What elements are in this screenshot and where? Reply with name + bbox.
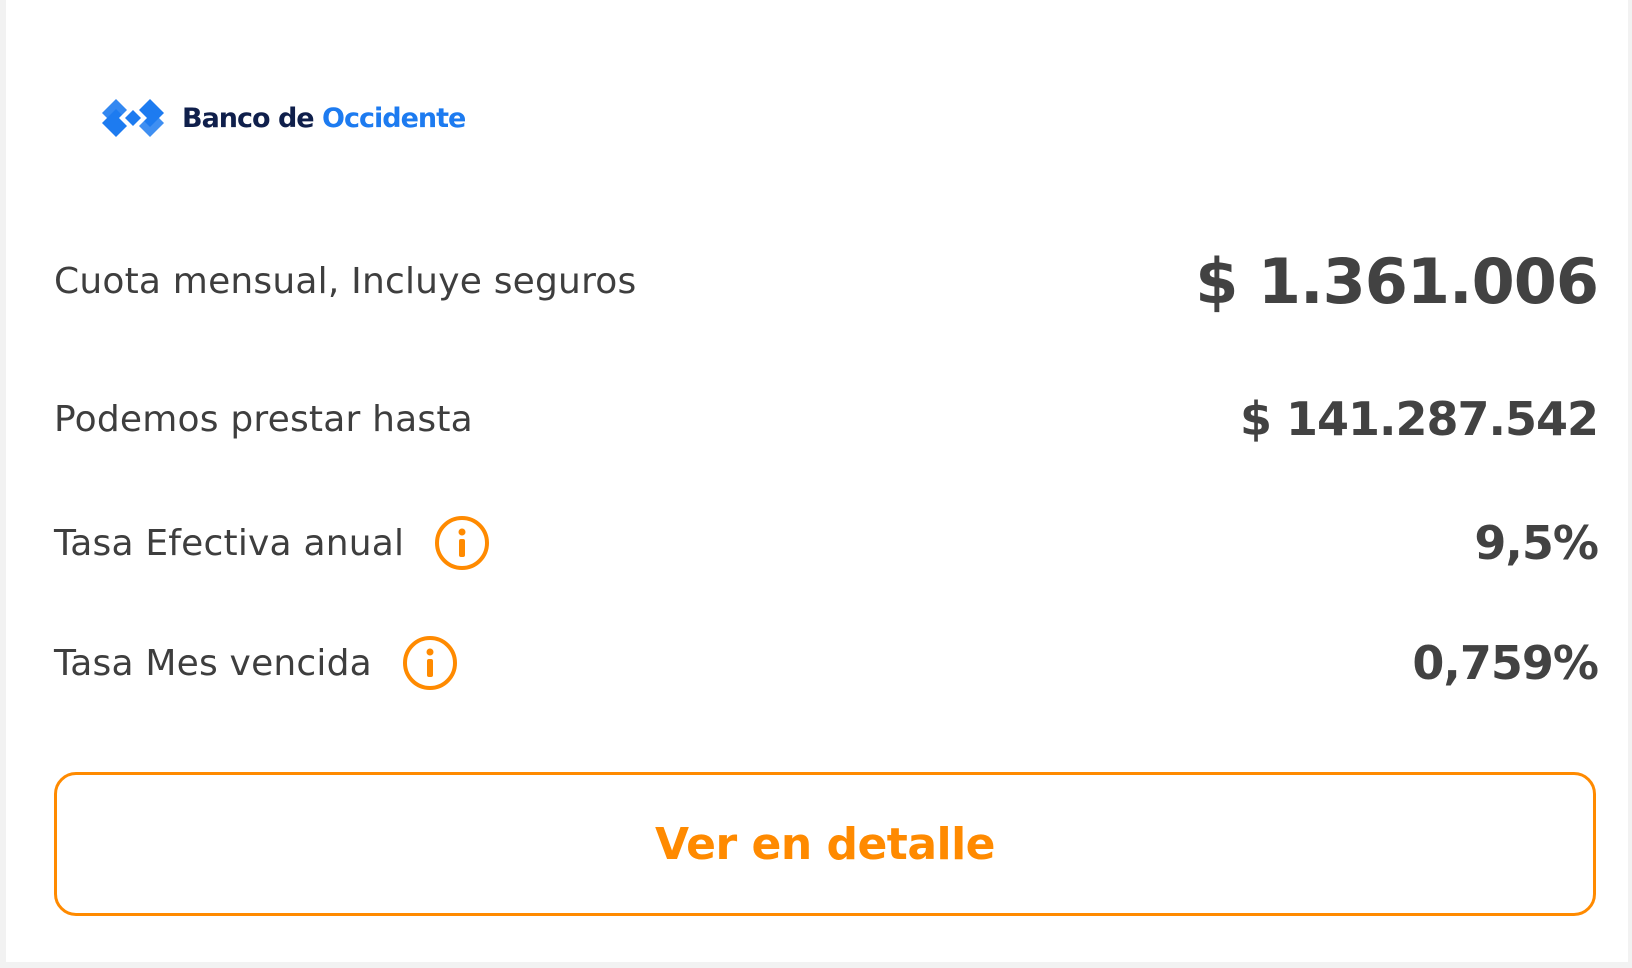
bank-name: Banco de Occidente <box>182 102 466 134</box>
info-icon[interactable] <box>402 635 458 691</box>
view-details-button[interactable]: Ver en detalle <box>54 772 1596 916</box>
annual-rate-row: Tasa Efectiva anual 9,5% <box>54 508 1599 578</box>
monthly-payment-label: Cuota mensual, Incluye seguros <box>54 260 637 302</box>
monthly-rate-label: Tasa Mes vencida <box>54 642 372 684</box>
banco-de-occidente-logo-icon <box>102 82 164 154</box>
bank-logo: Banco de Occidente <box>102 82 466 154</box>
monthly-payment-value: $ 1.361.006 <box>1195 244 1599 318</box>
monthly-payment-row: Cuota mensual, Incluye seguros $ 1.361.0… <box>54 236 1599 326</box>
monthly-rate-row: Tasa Mes vencida 0,759% <box>54 628 1599 698</box>
view-details-label: Ver en detalle <box>654 818 996 870</box>
bank-name-part1: Banco de <box>182 102 315 134</box>
annual-rate-label: Tasa Efectiva anual <box>54 522 405 564</box>
loan-amount-value: $ 141.287.542 <box>1239 392 1599 446</box>
loan-amount-label: Podemos prestar hasta <box>54 398 473 440</box>
bank-name-part2: Occidente <box>322 102 466 134</box>
monthly-rate-value: 0,759% <box>1412 636 1599 690</box>
annual-rate-value: 9,5% <box>1474 516 1599 570</box>
info-icon[interactable] <box>434 515 490 571</box>
loan-amount-row: Podemos prestar hasta $ 141.287.542 <box>54 384 1599 454</box>
loan-summary-card: Banco de Occidente Cuota mensual, Incluy… <box>6 0 1628 962</box>
